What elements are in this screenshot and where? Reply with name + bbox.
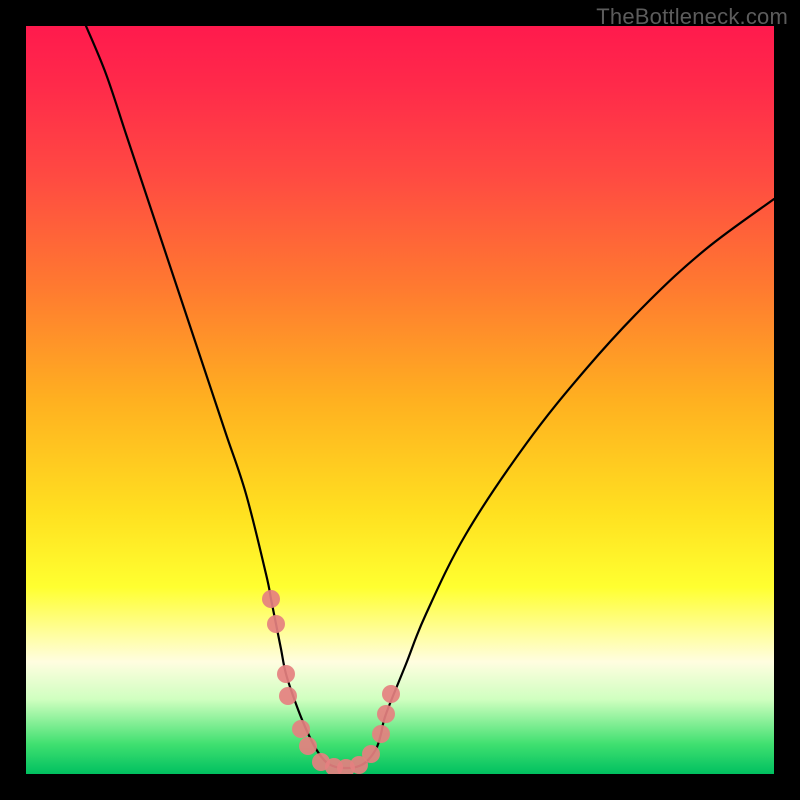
watermark-text: TheBottleneck.com (596, 4, 788, 30)
trough-marker (382, 685, 400, 703)
trough-markers-group (262, 590, 400, 774)
chart-svg (26, 26, 774, 774)
trough-marker (362, 745, 380, 763)
trough-marker (277, 665, 295, 683)
bottleneck-curve (86, 26, 774, 768)
trough-marker (372, 725, 390, 743)
chart-frame: TheBottleneck.com (0, 0, 800, 800)
plot-area (26, 26, 774, 774)
trough-marker (299, 737, 317, 755)
curve-group (86, 26, 774, 768)
trough-marker (267, 615, 285, 633)
trough-marker (292, 720, 310, 738)
trough-marker (377, 705, 395, 723)
trough-marker (262, 590, 280, 608)
trough-marker (279, 687, 297, 705)
